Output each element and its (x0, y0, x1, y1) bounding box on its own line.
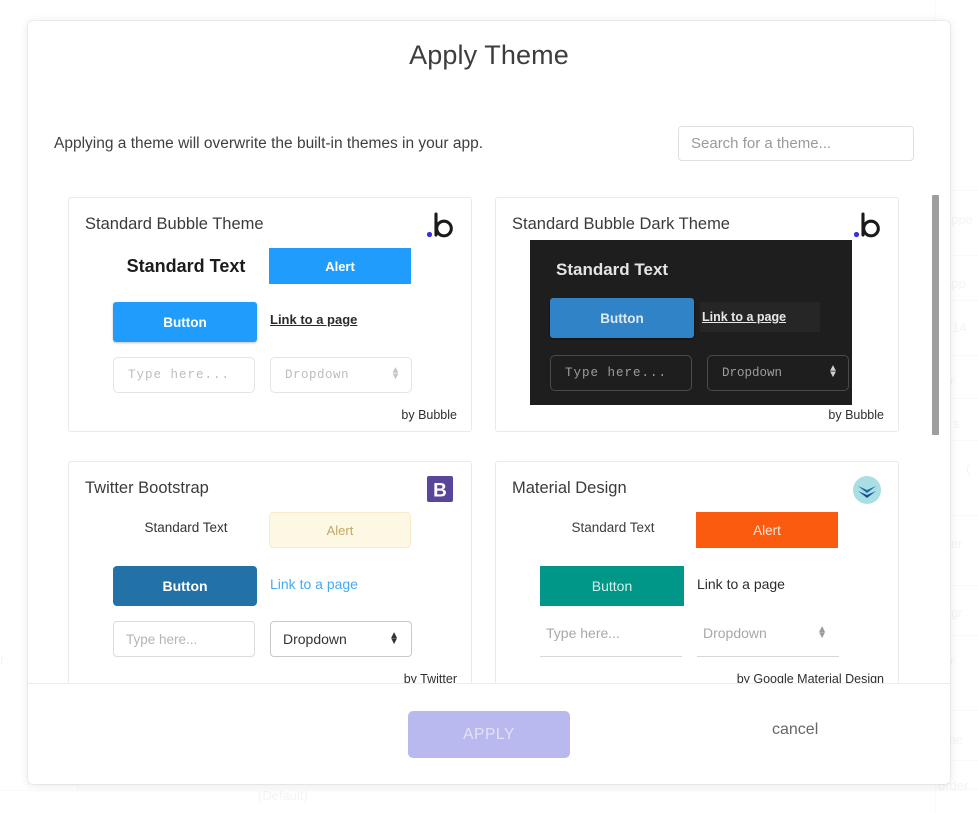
preview-dropdown[interactable]: Dropdown ▲ ▼ (697, 621, 839, 657)
preview-button[interactable]: Button (113, 302, 257, 342)
theme-card-credit: by Bubble (401, 408, 457, 422)
theme-card-credit: by Google Material Design (736, 672, 884, 683)
preview-standard-text: Standard Text (144, 520, 228, 535)
theme-card-twitter-bootstrap[interactable]: Twitter Bootstrap B Standard Text Alert … (68, 461, 472, 683)
theme-card-standard-bubble-dark[interactable]: Standard Bubble Dark Theme Standard Text… (495, 197, 899, 432)
theme-card-credit: by Twitter (403, 672, 457, 683)
chevron-updown-icon: ▲ ▼ (392, 365, 399, 383)
theme-card-title: Standard Bubble Theme (85, 215, 264, 233)
chevron-updown-icon: ▲ ▼ (389, 629, 399, 647)
preview-alert[interactable]: Alert (696, 512, 838, 548)
bubble-logo-icon (850, 209, 884, 243)
preview-alert[interactable]: Alert (269, 248, 411, 284)
bootstrap-b-icon: B (423, 473, 457, 507)
apply-button[interactable]: APPLY (408, 711, 570, 758)
background-text: r (0, 652, 5, 667)
themes-scrollbar-thumb[interactable] (932, 195, 939, 435)
chevron-updown-icon: ▲ ▼ (829, 363, 836, 381)
subhead-row: Applying a theme will overwrite the buil… (54, 126, 914, 161)
apply-theme-modal: Apply Theme Applying a theme will overwr… (28, 21, 950, 784)
preview-standard-text: Standard Text (556, 260, 669, 279)
themes-grid: Standard Bubble Theme Standard Text Aler… (28, 176, 950, 683)
preview-input[interactable]: Type here... (113, 357, 255, 393)
search-input[interactable] (678, 126, 914, 161)
preview-dropdown-label: Dropdown (722, 366, 783, 380)
preview-link[interactable]: Link to a page (697, 576, 785, 592)
preview-dropdown-label: Dropdown (283, 631, 347, 647)
background-text: 14 (952, 320, 967, 335)
theme-card-title: Standard Bubble Dark Theme (512, 215, 730, 233)
theme-card-title: Material Design (512, 479, 627, 497)
preview-input[interactable]: Type here... (113, 621, 255, 657)
preview-link[interactable]: Link to a page (700, 302, 820, 332)
cancel-button[interactable]: cancel (772, 721, 818, 739)
page-title: Apply Theme (409, 40, 569, 70)
chevron-updown-icon: ▲ ▼ (817, 623, 827, 641)
preview-dropdown[interactable]: Dropdown ▲ ▼ (270, 357, 412, 393)
overwrite-warning-text: Applying a theme will overwrite the buil… (54, 134, 484, 152)
modal-footer: APPLY cancel (28, 683, 950, 784)
preview-link[interactable]: Link to a page (270, 576, 358, 592)
preview-button[interactable]: Button (113, 566, 257, 606)
background-text: ( (966, 461, 971, 476)
svg-text:B: B (433, 481, 447, 502)
material-wave-icon (850, 473, 884, 507)
preview-input[interactable]: Type here... (540, 621, 682, 657)
preview-button[interactable]: Button (540, 566, 684, 606)
theme-card-credit: by Bubble (828, 408, 884, 422)
preview-dropdown-label: Dropdown (285, 368, 350, 382)
themes-scrollbar[interactable] (931, 176, 941, 683)
preview-link[interactable]: Link to a page (270, 312, 357, 327)
themes-scroll-region: Standard Bubble Theme Standard Text Aler… (28, 176, 950, 683)
preview-dark-panel: Standard Text Button Link to a page Type… (530, 240, 852, 405)
preview-input[interactable]: Type here... (550, 355, 692, 391)
preview-dropdown[interactable]: Dropdown ▲ ▼ (270, 621, 412, 657)
bubble-logo-icon (423, 209, 457, 243)
theme-card-standard-bubble[interactable]: Standard Bubble Theme Standard Text Aler… (68, 197, 472, 432)
preview-button[interactable]: Button (550, 298, 694, 338)
preview-standard-text: Standard Text (571, 520, 655, 535)
theme-card-title: Twitter Bootstrap (85, 479, 209, 497)
background-text: (Default) (258, 788, 308, 803)
preview-standard-text: Standard Text (126, 256, 246, 276)
preview-dropdown[interactable]: Dropdown ▲ ▼ (707, 355, 849, 391)
theme-card-material-design[interactable]: Material Design Standard Text Alert Butt… (495, 461, 899, 683)
preview-dropdown-label: Dropdown (703, 625, 767, 641)
preview-alert[interactable]: Alert (269, 512, 411, 548)
